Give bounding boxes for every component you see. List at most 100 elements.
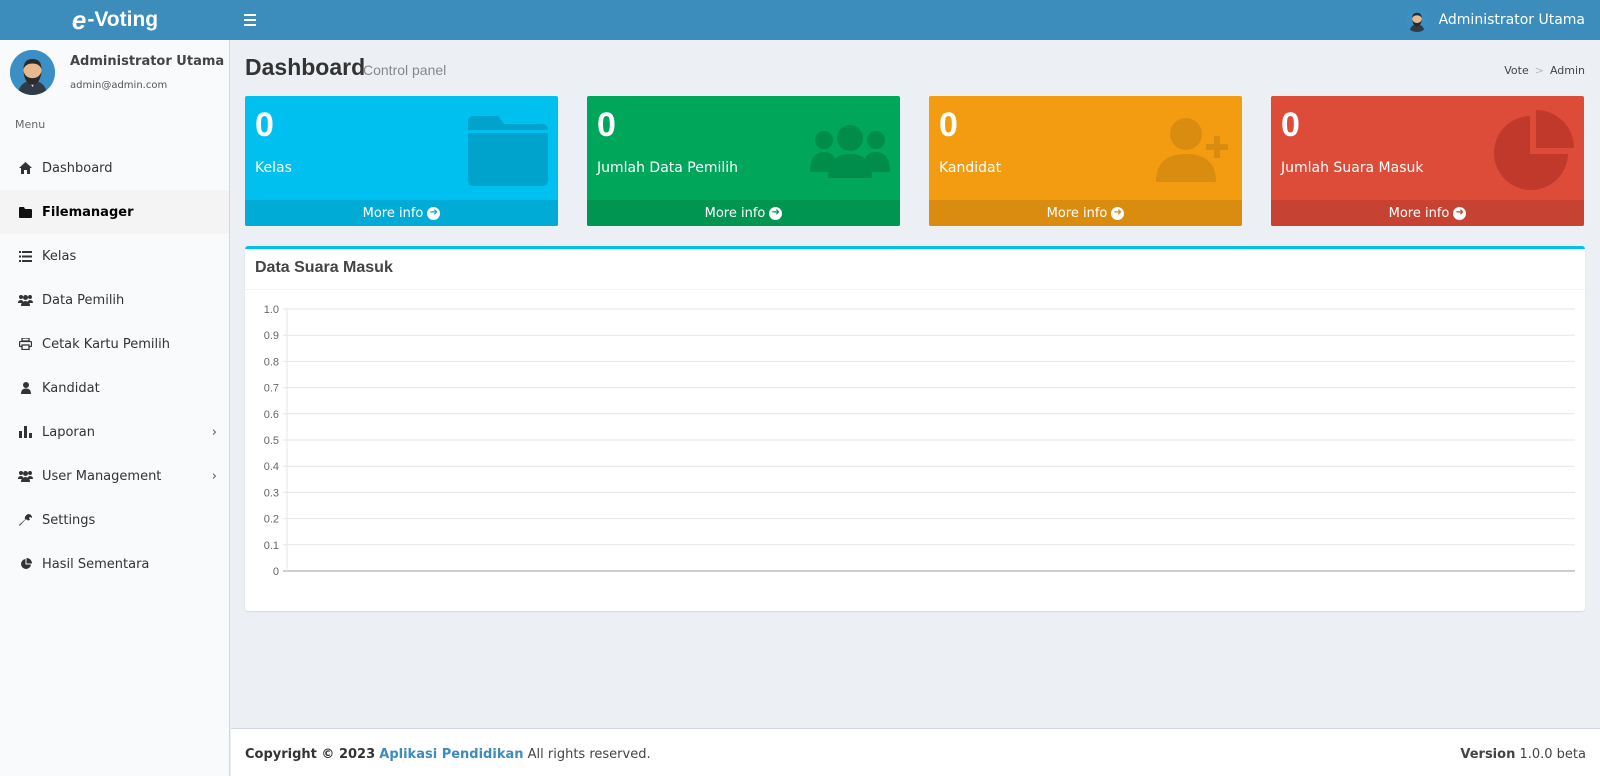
breadcrumb: Vote > Admin (1504, 64, 1585, 77)
page-subtitle: Control panel (363, 62, 447, 78)
stat-label: Jumlah Suara Masuk (1281, 160, 1424, 176)
sidebar-item-label: Laporan (42, 424, 95, 440)
top-navbar: e -Voting Administrator Utama (0, 0, 1600, 40)
sidebar-user-name: Administrator Utama (70, 54, 225, 69)
page-footer: Copyright © 2023 Aplikasi Pendidikan All… (231, 728, 1600, 776)
users-icon (810, 125, 890, 178)
chart-y-tick-label: 0.2 (264, 514, 279, 526)
org-link[interactable]: Aplikasi Pendidikan (379, 747, 523, 762)
pie-chart-icon (1494, 110, 1574, 190)
chart-y-tick-label: 0.5 (264, 435, 279, 447)
version-label: Version (1460, 747, 1516, 762)
chart-y-tick-label: 0 (273, 566, 279, 578)
more-info-link[interactable]: More info ➜ (1271, 200, 1584, 226)
sidebar-toggle-button[interactable] (244, 8, 260, 32)
logo-e-mark: e (71, 4, 87, 35)
chart-panel-title: Data Suara Masuk (255, 259, 393, 276)
chart-y-tick-label: 0.6 (264, 409, 279, 421)
sidebar-item-kandidat[interactable]: Kandidat (0, 366, 229, 410)
main-content: Dashboard Control panel Vote > Admin 0 K… (231, 40, 1600, 728)
arrow-circle-right-icon: ➜ (1111, 206, 1125, 220)
sidebar: Administrator Utama admin@admin.com Menu… (0, 40, 230, 776)
sidebar-item-label: Settings (42, 512, 96, 528)
more-info-link[interactable]: More info ➜ (245, 200, 558, 226)
chart-y-tick-label: 0.9 (264, 330, 279, 342)
stat-box-kelas: 0 Kelas More info ➜ (245, 96, 558, 226)
bar-chart-icon (18, 425, 33, 439)
folder-icon (468, 116, 548, 186)
users-icon (18, 293, 33, 307)
stat-box-kandidat: 0 Kandidat More info ➜ (929, 96, 1242, 226)
stat-label: Kandidat (939, 160, 1002, 176)
sidebar-user-email: admin@admin.com (70, 80, 168, 91)
sidebar-item-hasil-sementara[interactable]: Hasil Sementara (0, 542, 229, 586)
copyright-text: Copyright © 2023 (245, 747, 376, 762)
header-user-name: Administrator Utama (1438, 12, 1585, 28)
stat-label: Kelas (255, 160, 292, 176)
footer-copyright: Copyright © 2023 Aplikasi Pendidikan All… (245, 747, 651, 762)
avatar (1404, 8, 1429, 32)
stat-boxes: 0 Kelas More info ➜ 0 Jumlah Data Pemili… (245, 96, 1585, 226)
sidebar-item-label: Kandidat (42, 380, 100, 396)
arrow-circle-right-icon: ➜ (427, 206, 441, 220)
chart-y-tick-label: 0.7 (264, 383, 279, 395)
sidebar-item-label: Dashboard (42, 160, 113, 176)
sidebar-item-dashboard[interactable]: Dashboard (0, 146, 229, 190)
home-icon (18, 161, 33, 175)
stat-box-jumlah-suara-masuk: 0 Jumlah Suara Masuk More info ➜ (1271, 96, 1584, 226)
menu-header: Menu (15, 118, 46, 131)
sidebar-item-label: Hasil Sementara (42, 556, 150, 572)
arrow-circle-right-icon: ➜ (1453, 206, 1467, 220)
stat-label: Jumlah Data Pemilih (597, 160, 739, 176)
sidebar-item-settings[interactable]: Settings (0, 498, 229, 542)
logo-text: -Voting (87, 8, 159, 31)
version-value: 1.0.0 beta (1519, 747, 1586, 762)
more-info-link[interactable]: More info ➜ (587, 200, 900, 226)
chevron-right-icon: › (211, 425, 217, 440)
sidebar-item-user-management[interactable]: User Management › (0, 454, 229, 498)
chart-y-tick-label: 0.4 (264, 461, 279, 473)
print-icon (18, 337, 33, 351)
user-icon (18, 381, 33, 395)
more-info-link[interactable]: More info ➜ (929, 200, 1242, 226)
sidebar-item-laporan[interactable]: Laporan › (0, 410, 229, 454)
votes-chart: 1.0 0.9 0.8 0.7 0.6 0.5 0.4 0.3 0.2 0.1 0 (264, 304, 1575, 578)
user-menu[interactable]: Administrator Utama (1404, 0, 1585, 40)
sidebar-item-label: Filemanager (42, 204, 134, 220)
chart-panel: Data Suara Masuk 1.0 0.9 0.8 0.7 0.6 0.5 0.4 0.… (245, 246, 1585, 611)
breadcrumb-item-vote[interactable]: Vote (1504, 64, 1528, 77)
sidebar-item-filemanager[interactable]: Filemanager (0, 190, 229, 234)
chevron-right-icon: › (211, 469, 217, 484)
users-icon (18, 469, 33, 483)
sidebar-item-label: Kelas (42, 248, 77, 264)
stat-value: 0 (939, 106, 958, 144)
folder-icon (18, 205, 33, 219)
sidebar-menu: Dashboard Filemanager Kelas Data Pemilih… (0, 146, 229, 586)
stat-box-jumlah-data-pemilih: 0 Jumlah Data Pemilih More info ➜ (587, 96, 900, 226)
user-panel: Administrator Utama admin@admin.com (0, 40, 229, 112)
arrow-circle-right-icon: ➜ (769, 206, 783, 220)
stat-value: 0 (255, 106, 274, 144)
stat-value: 0 (1281, 106, 1300, 144)
list-icon (18, 249, 33, 263)
footer-version: Version 1.0.0 beta (1460, 747, 1586, 762)
sidebar-item-data-pemilih[interactable]: Data Pemilih (0, 278, 229, 322)
wrench-icon (18, 513, 33, 527)
breadcrumb-item-admin: Admin (1549, 64, 1585, 77)
page-title: Dashboard (245, 54, 366, 80)
avatar (10, 50, 55, 95)
stat-value: 0 (597, 106, 616, 144)
rights-text: All rights reserved. (527, 747, 651, 762)
sidebar-item-cetak-kartu[interactable]: Cetak Kartu Pemilih (0, 322, 229, 366)
app-logo[interactable]: e -Voting (0, 0, 230, 40)
chart-y-tick-label: 1.0 (264, 304, 279, 316)
chart-y-tick-label: 0.1 (264, 540, 279, 552)
sidebar-item-kelas[interactable]: Kelas (0, 234, 229, 278)
more-info-label: More info (1388, 205, 1450, 221)
sidebar-item-label: Cetak Kartu Pemilih (42, 336, 170, 352)
chart-y-tick-label: 0.8 (264, 356, 279, 368)
user-plus-icon (1156, 118, 1228, 182)
pie-chart-icon (18, 557, 33, 571)
hamburger-icon (244, 14, 256, 16)
more-info-label: More info (704, 205, 766, 221)
